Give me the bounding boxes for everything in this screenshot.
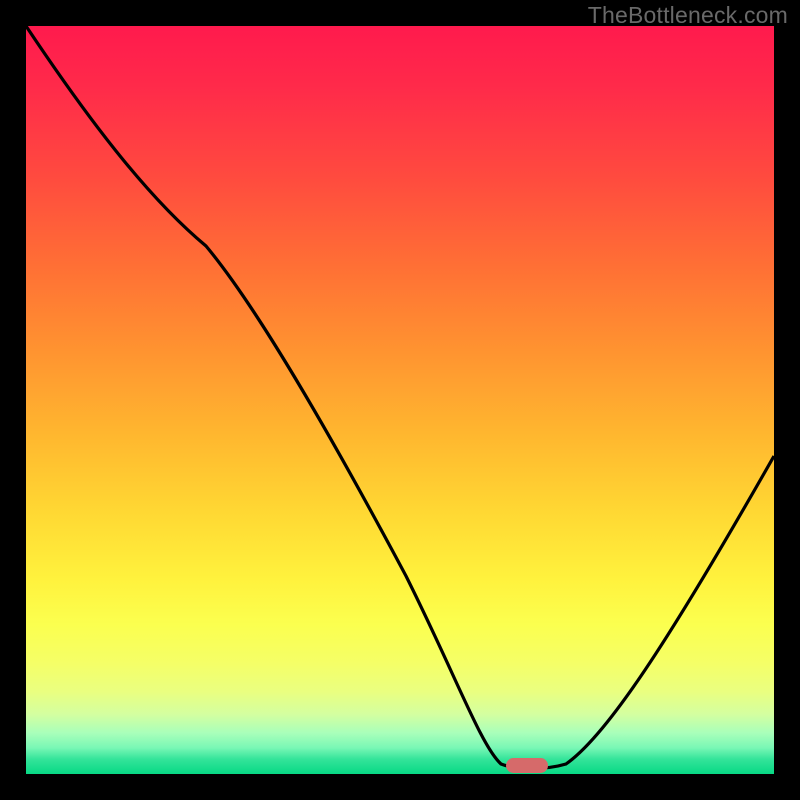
plot-area bbox=[26, 26, 774, 774]
bottleneck-curve bbox=[26, 26, 774, 774]
watermark-text: TheBottleneck.com bbox=[588, 2, 788, 29]
optimal-marker bbox=[506, 758, 548, 773]
chart-frame: TheBottleneck.com bbox=[0, 0, 800, 800]
curve-path bbox=[26, 26, 774, 769]
